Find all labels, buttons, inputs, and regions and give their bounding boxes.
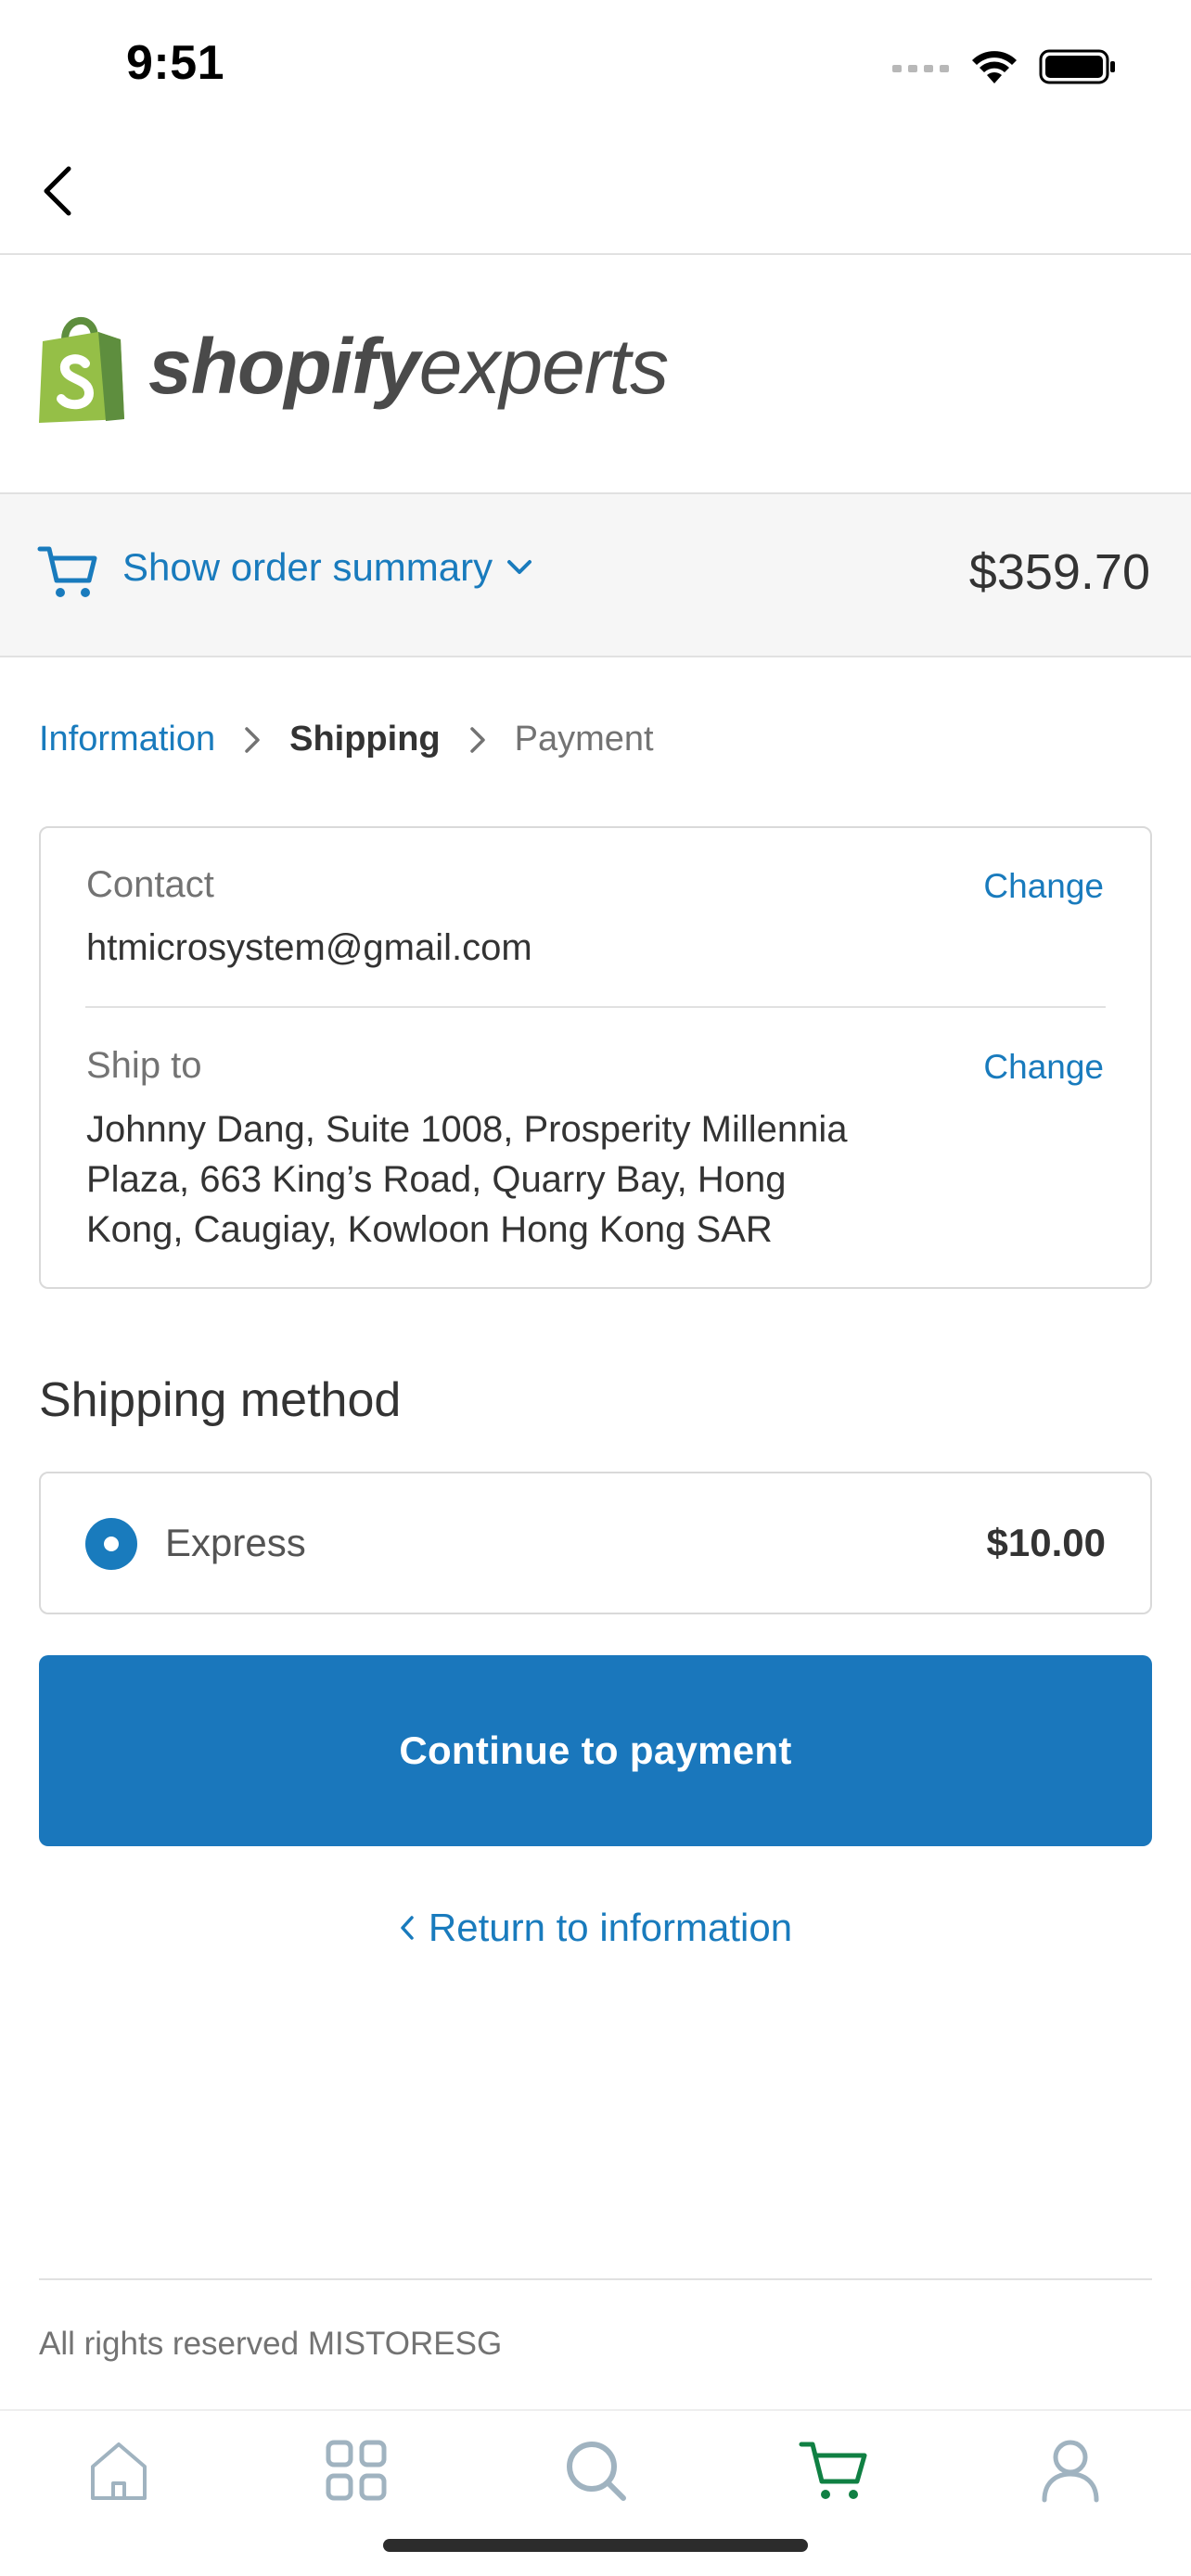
breadcrumb-payment: Payment	[514, 720, 654, 759]
breadcrumb-information[interactable]: Information	[39, 720, 215, 759]
tab-bar-border	[0, 2409, 1191, 2411]
order-summary-toggle-label: Show order summary	[122, 545, 493, 589]
shipping-method-heading: Shipping method	[39, 1373, 402, 1427]
continue-to-payment-button[interactable]: Continue to payment	[39, 1655, 1152, 1846]
radio-selected-dot	[104, 1537, 119, 1551]
home-indicator[interactable]	[383, 2539, 808, 2552]
footer-copyright: All rights reserved MISTORESG	[39, 2326, 503, 2362]
grid-icon	[326, 2440, 387, 2501]
chevron-right-icon	[245, 726, 260, 753]
breadcrumb: Information Shipping Payment	[39, 720, 654, 759]
logo-word-bold: shopify	[148, 322, 420, 410]
search-icon	[567, 2442, 626, 2501]
tab-categories[interactable]	[319, 2433, 393, 2507]
breadcrumb-shipping: Shipping	[289, 720, 441, 759]
return-to-information-link[interactable]: Return to information	[0, 1906, 1191, 1950]
cart-icon	[799, 2442, 867, 2499]
back-button[interactable]	[33, 158, 93, 224]
cellular-signal-icon	[892, 65, 949, 72]
logo-wordmark: shopifyexperts	[148, 322, 669, 412]
ship-to-label: Ship to	[86, 1045, 202, 1086]
chevron-left-icon	[401, 1916, 414, 1940]
tab-account[interactable]	[1033, 2433, 1108, 2507]
shipping-address: Johnny Dang, Suite 1008, Prosperity Mill…	[86, 1104, 1060, 1255]
address-line: Johnny Dang, Suite 1008, Prosperity Mill…	[86, 1109, 848, 1150]
nav-divider	[0, 253, 1191, 255]
tab-home[interactable]	[82, 2433, 156, 2507]
cart-icon	[37, 543, 98, 601]
return-link-label: Return to information	[428, 1906, 793, 1949]
continue-button-label: Continue to payment	[399, 1728, 792, 1772]
footer-divider	[39, 2278, 1152, 2280]
shipping-option-label: Express	[165, 1521, 306, 1564]
store-logo: shopifyexperts	[37, 306, 669, 427]
order-total: $359.70	[968, 544, 1150, 600]
show-order-summary-toggle[interactable]: Show order summary	[122, 545, 533, 590]
status-time: 9:51	[126, 36, 225, 90]
chevron-right-icon	[469, 726, 485, 753]
contact-change-link[interactable]: Change	[983, 867, 1104, 906]
chevron-left-icon	[44, 166, 71, 216]
logo-word-light: experts	[418, 322, 669, 410]
ship-to-change-link[interactable]: Change	[983, 1048, 1104, 1087]
contact-label: Contact	[86, 864, 214, 905]
wifi-icon	[972, 51, 1017, 83]
tab-search[interactable]	[558, 2433, 633, 2507]
shopping-bag-logo-icon	[39, 316, 124, 423]
profile-icon	[1042, 2440, 1099, 2503]
chevron-down-icon	[507, 560, 532, 574]
review-divider	[85, 1006, 1106, 1008]
address-line: Plaza, 663 King’s Road, Quarry Bay, Hong	[86, 1159, 787, 1200]
status-icons	[892, 43, 1117, 91]
battery-icon	[1039, 49, 1115, 84]
home-icon	[91, 2442, 147, 2500]
shipping-option-price: $10.00	[986, 1521, 1106, 1564]
address-line: Kong, Caugiay, Kowloon Hong Kong SAR	[86, 1209, 773, 1250]
contact-email: htmicrosystem@gmail.com	[86, 927, 532, 968]
tab-cart[interactable]	[796, 2433, 870, 2507]
